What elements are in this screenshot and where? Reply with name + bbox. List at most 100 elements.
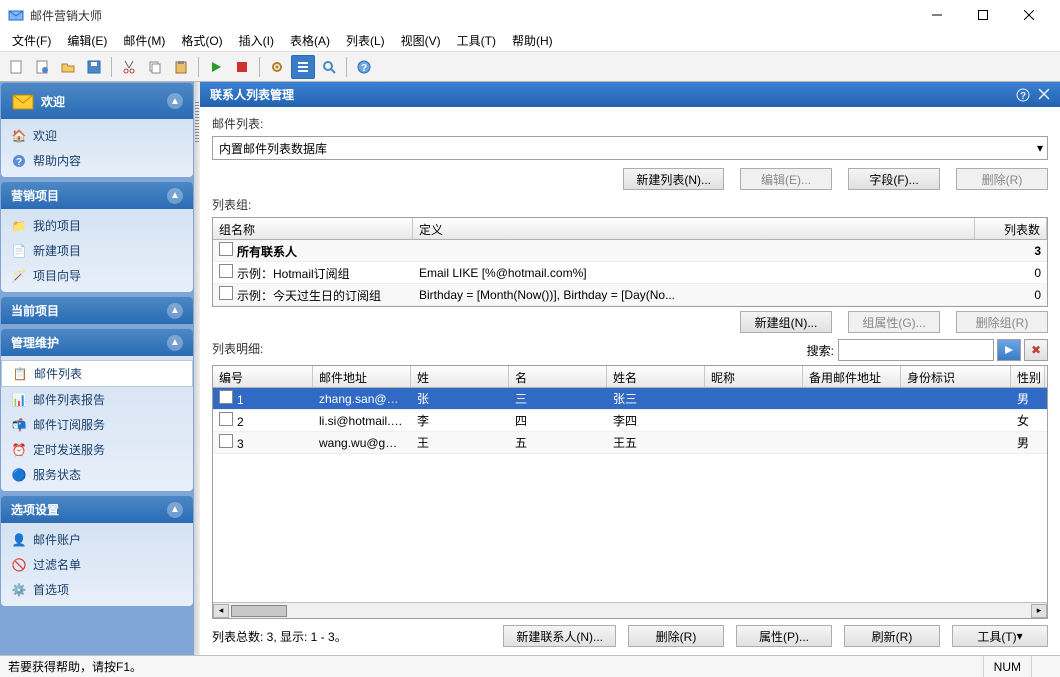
fields-button[interactable]: 字段(F)...: [848, 168, 940, 190]
collapse-icon[interactable]: ▲: [167, 335, 183, 351]
new-contact-button[interactable]: 新建联系人(N)...: [503, 625, 616, 647]
tool-cut[interactable]: [117, 55, 141, 79]
tool-help[interactable]: ?: [352, 55, 376, 79]
sidebar-header-marketing[interactable]: 营销项目 ▲: [1, 182, 193, 209]
group-row[interactable]: 所有联系人3: [213, 240, 1047, 262]
sidebar-header-options[interactable]: 选项设置 ▲: [1, 496, 193, 523]
window-title: 邮件营销大师: [30, 7, 914, 24]
group-row[interactable]: 示例：Hotmail订阅组Email LIKE [%@hotmail.com%]…: [213, 262, 1047, 284]
contact-props-button[interactable]: 属性(P)...: [736, 625, 832, 647]
sidebar-item-filter[interactable]: 🚫过滤名单: [1, 552, 193, 577]
menu-help[interactable]: 帮助(H): [504, 30, 561, 51]
contact-header-fullname[interactable]: 姓名: [607, 366, 705, 387]
sidebar-header-current[interactable]: 当前项目 ▲: [1, 297, 193, 324]
group-header-name[interactable]: 组名称: [213, 218, 413, 239]
search-input[interactable]: [838, 339, 994, 361]
collapse-icon[interactable]: ▲: [167, 188, 183, 204]
delete-group-button[interactable]: 删除组(R): [956, 311, 1048, 333]
new-group-button[interactable]: 新建组(N)...: [740, 311, 832, 333]
sidebar-item-status[interactable]: 🔵服务状态: [1, 462, 193, 487]
group-count-cell: 0: [975, 286, 1047, 304]
mail-list-dropdown[interactable]: 内置邮件列表数据库 ▾: [212, 136, 1048, 160]
close-button[interactable]: [1006, 0, 1052, 30]
contact-row[interactable]: 3wang.wu@gm...王五王五男: [213, 432, 1047, 454]
contact-row[interactable]: 1zhang.san@ho...张三张三男: [213, 388, 1047, 410]
group-header-count[interactable]: 列表数: [975, 218, 1047, 239]
sidebar-header-welcome[interactable]: 欢迎 ▲: [1, 83, 193, 119]
tool-stop[interactable]: [230, 55, 254, 79]
group-props-button[interactable]: 组属性(G)...: [848, 311, 940, 333]
sidebar-item-subscribe[interactable]: 📬邮件订阅服务: [1, 412, 193, 437]
sidebar-item-my-projects[interactable]: 📁我的项目: [1, 213, 193, 238]
tool-settings[interactable]: [265, 55, 289, 79]
sidebar-item-help[interactable]: ?帮助内容: [1, 148, 193, 173]
menubar: 文件(F) 编辑(E) 邮件(M) 格式(O) 插入(I) 表格(A) 列表(L…: [0, 30, 1060, 52]
sidebar-item-wizard[interactable]: 🪄项目向导: [1, 263, 193, 288]
tool-list-view[interactable]: [291, 55, 315, 79]
sidebar-item-new-project[interactable]: 📄新建项目: [1, 238, 193, 263]
collapse-icon[interactable]: ▲: [167, 303, 183, 319]
sidebar-item-preferences[interactable]: ⚙️首选项: [1, 577, 193, 602]
edit-list-button[interactable]: 编辑(E)...: [740, 168, 832, 190]
sidebar-header-label: 当前项目: [11, 302, 59, 319]
minimize-button[interactable]: [914, 0, 960, 30]
tool-paste[interactable]: [169, 55, 193, 79]
horizontal-scrollbar[interactable]: ◂ ▸: [213, 602, 1047, 618]
search-go-button[interactable]: [997, 339, 1021, 361]
sidebar-item-schedule[interactable]: ⏰定时发送服务: [1, 437, 193, 462]
contact-header-firstname[interactable]: 名: [509, 366, 607, 387]
clock-icon: ⏰: [11, 442, 27, 458]
tool-save[interactable]: [82, 55, 106, 79]
sidebar-item-welcome[interactable]: 🏠欢迎: [1, 123, 193, 148]
contact-header-email[interactable]: 邮件地址: [313, 366, 411, 387]
group-label: 列表组:: [212, 196, 1048, 213]
menu-list[interactable]: 列表(L): [338, 30, 393, 51]
contact-header-altemail[interactable]: 备用邮件地址: [803, 366, 901, 387]
scroll-left-icon[interactable]: ◂: [213, 604, 229, 618]
sidebar-header-maintain[interactable]: 管理维护 ▲: [1, 329, 193, 356]
sidebar-item-mail-list[interactable]: 📋邮件列表: [1, 360, 193, 387]
new-list-button[interactable]: 新建列表(N)...: [623, 168, 724, 190]
menu-table[interactable]: 表格(A): [282, 30, 338, 51]
sidebar-item-accounts[interactable]: 👤邮件账户: [1, 527, 193, 552]
menu-file[interactable]: 文件(F): [4, 30, 59, 51]
group-header-def[interactable]: 定义: [413, 218, 975, 239]
contact-header-gender[interactable]: 性别: [1011, 366, 1045, 387]
tool-preview[interactable]: [317, 55, 341, 79]
status-resize-grip[interactable]: [1031, 656, 1052, 677]
group-row[interactable]: 示例：今天过生日的订阅组Birthday = [Month(Now())], B…: [213, 284, 1047, 306]
menu-insert[interactable]: 插入(I): [231, 30, 282, 51]
search-clear-button[interactable]: ✖: [1024, 339, 1048, 361]
tool-play[interactable]: [204, 55, 228, 79]
tool-new-doc[interactable]: [4, 55, 28, 79]
contact-row[interactable]: 2li.si@hotmail.c...李四李四女: [213, 410, 1047, 432]
sidebar-item-list-report[interactable]: 📊邮件列表报告: [1, 387, 193, 412]
contact-header-lastname[interactable]: 姓: [411, 366, 509, 387]
tool-new-wizard[interactable]: [30, 55, 54, 79]
menu-format[interactable]: 格式(O): [173, 30, 230, 51]
collapse-icon[interactable]: ▲: [167, 502, 183, 518]
contact-header-nick[interactable]: 昵称: [705, 366, 803, 387]
collapse-icon[interactable]: ▲: [167, 93, 183, 109]
contact-icon: [219, 434, 233, 448]
contact-header-id[interactable]: 编号: [213, 366, 313, 387]
contact-header-identity[interactable]: 身份标识: [901, 366, 1011, 387]
menu-edit[interactable]: 编辑(E): [59, 30, 115, 51]
sidebar-item-label: 我的项目: [33, 217, 81, 234]
scroll-thumb[interactable]: [231, 605, 287, 617]
menu-view[interactable]: 视图(V): [393, 30, 449, 51]
delete-list-button[interactable]: 删除(R): [956, 168, 1048, 190]
pane-close-icon[interactable]: [1038, 88, 1050, 102]
refresh-button[interactable]: 刷新(R): [844, 625, 940, 647]
pane-help-icon[interactable]: ?: [1016, 88, 1030, 102]
tools-dropdown-button[interactable]: 工具(T) ▾: [952, 625, 1048, 647]
sidebar-item-label: 首选项: [33, 581, 69, 598]
menu-mail[interactable]: 邮件(M): [115, 30, 173, 51]
maximize-button[interactable]: [960, 0, 1006, 30]
delete-contact-button[interactable]: 删除(R): [628, 625, 724, 647]
scroll-right-icon[interactable]: ▸: [1031, 604, 1047, 618]
tool-copy[interactable]: [143, 55, 167, 79]
menu-tools[interactable]: 工具(T): [449, 30, 504, 51]
tool-open[interactable]: [56, 55, 80, 79]
list-icon: 📋: [12, 366, 28, 382]
